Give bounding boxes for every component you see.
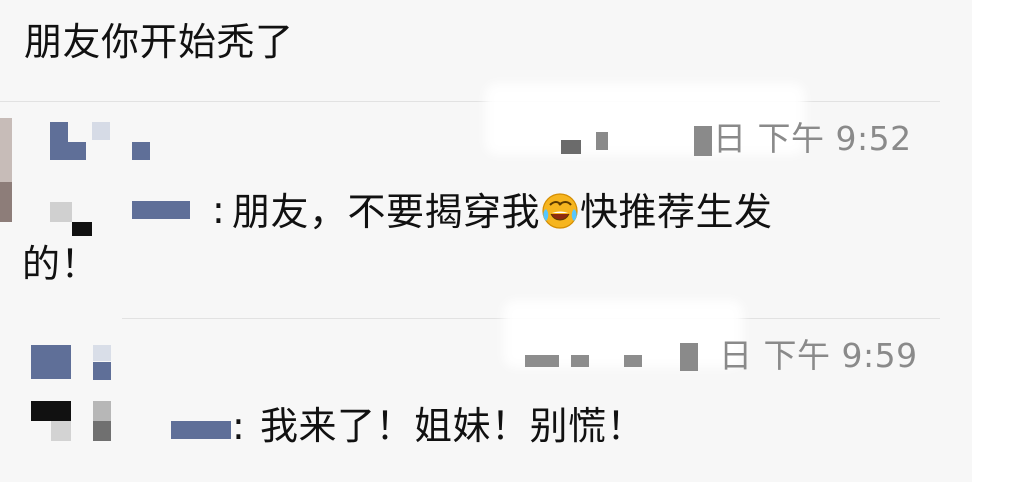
timestamp-redaction [525, 355, 559, 367]
timestamp-redaction [624, 355, 642, 367]
user-avatar-pixel [31, 345, 71, 379]
message-2-line-1: 我来了！姐妹！别慌！ [260, 404, 646, 448]
user-avatar-pixel [92, 122, 110, 140]
user-avatar-pixel [50, 202, 72, 222]
header-message: 朋友你开始秃了 [24, 20, 294, 64]
user-avatar-pixel [93, 421, 111, 441]
screenshot-stage: 朋友你开始秃了 : 朋友，不要揭穿我 快推荐生发 的！ 日 下午 9:52: … [0, 0, 1013, 482]
username-blur [132, 201, 190, 219]
user-avatar-pixel [93, 401, 111, 421]
message-2-timestamp: 日 下午 9:59 [719, 336, 918, 375]
message-1-text-part-2: 快推荐生发 [580, 190, 773, 234]
timestamp-redaction [694, 126, 712, 156]
user-avatar-pixel [31, 401, 71, 421]
username-colon: : [232, 404, 246, 448]
user-avatar-pixel [93, 345, 111, 361]
timestamp-redaction [596, 132, 608, 150]
user-avatar-pixel [68, 142, 86, 160]
user-avatar-pixel [51, 421, 71, 441]
username-colon: : [212, 188, 226, 232]
user-avatar-pixel [50, 122, 68, 160]
message-1-timestamp: 日 下午 9:52 [713, 119, 912, 158]
message-1-line-2: 的！ [22, 242, 100, 286]
user-avatar-pixel [132, 142, 150, 160]
timestamp-redaction [680, 343, 698, 371]
message-1-text-part-1: 朋友，不要揭穿我 [232, 190, 541, 234]
user-avatar-pixel [93, 362, 111, 380]
username-blur [171, 421, 231, 439]
user-avatar-pixel [72, 222, 92, 236]
face-with-tears-of-joy-icon [540, 191, 580, 237]
message-1-line-1: 朋友，不要揭穿我 快推荐生发 [232, 191, 773, 237]
timestamp-redaction [571, 355, 589, 367]
timestamp-redaction [561, 140, 581, 154]
left-avatar-fragment-dark [0, 182, 12, 222]
